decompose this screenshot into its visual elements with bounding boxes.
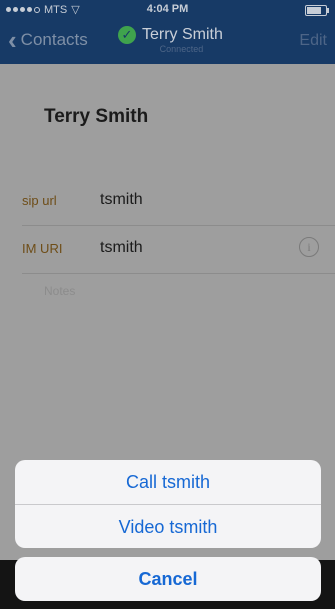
chevron-left-icon: ‹: [8, 25, 17, 55]
cancel-group: Cancel: [15, 557, 321, 601]
info-icon[interactable]: i: [299, 237, 319, 257]
field-value: tsmith: [100, 239, 143, 256]
contact-field-row[interactable]: sip url tsmith: [0, 176, 335, 226]
field-value: tsmith: [100, 191, 143, 208]
video-call-button[interactable]: Video tsmith: [15, 504, 321, 548]
nav-title: Terry Smith: [142, 26, 223, 43]
contact-field-row[interactable]: IM URI tsmith i: [0, 224, 335, 274]
action-sheet: Call tsmith Video tsmith: [15, 460, 321, 548]
battery-icon: [305, 5, 329, 16]
cancel-button[interactable]: Cancel: [15, 557, 321, 601]
back-label: Contacts: [20, 30, 88, 49]
presence-status: Connected: [159, 44, 204, 54]
field-label: sip url: [22, 193, 57, 208]
status-time: 4:04 PM: [146, 3, 189, 15]
navigation-bar: ‹ Contacts ✓ Terry Smith Connected Edit: [0, 20, 335, 64]
contact-name: Terry Smith: [44, 106, 149, 127]
notes-field[interactable]: Notes: [44, 284, 75, 298]
field-label: IM URI: [22, 241, 63, 256]
call-button[interactable]: Call tsmith: [15, 460, 321, 504]
nav-title-group: ✓ Terry Smith Connected: [118, 26, 223, 54]
back-button[interactable]: ‹ Contacts: [8, 25, 88, 55]
status-bar: MTS ▽ 4:04 PM: [0, 0, 335, 20]
connected-check-icon: ✓: [118, 26, 136, 44]
edit-button[interactable]: Edit: [299, 32, 327, 50]
